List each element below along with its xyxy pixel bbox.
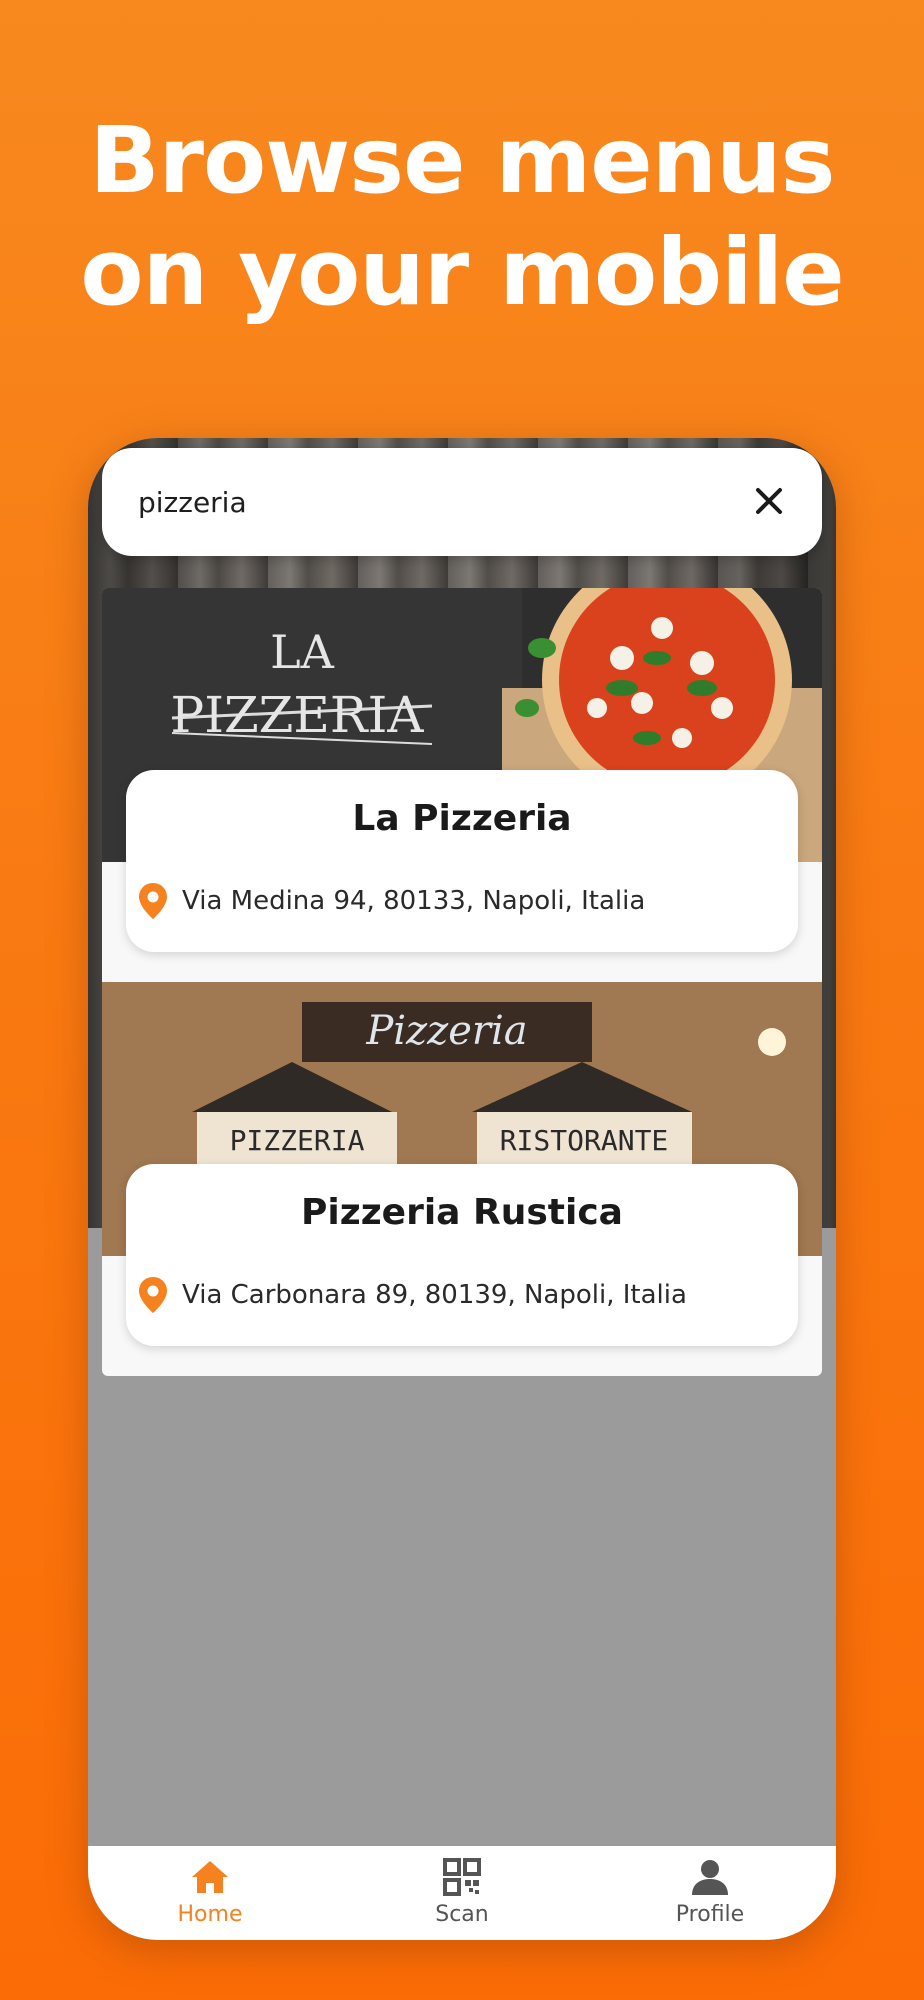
bottom-navigation: Home Scan Profile [88,1846,836,1940]
close-icon[interactable] [746,478,792,524]
nav-item-scan[interactable]: Scan [382,1856,542,1936]
location-pin-icon [139,883,167,919]
image-sign-pizzeria: Pizzeria [365,1008,527,1054]
nav-label-profile: Profile [675,1902,745,1927]
results-list: LA PIZZERIA La Pizzeria Via Medina 94, 8… [102,588,822,1376]
restaurant-info: La Pizzeria Via Medina 94, 80133, Napoli… [126,770,798,952]
restaurant-address: Via Medina 94, 80133, Napoli, Italia [182,886,646,916]
headline: Browse menus on your mobile [0,105,924,329]
search-input[interactable]: pizzeria [138,486,247,519]
search-bar[interactable]: pizzeria [102,448,822,556]
nav-item-profile[interactable]: Profile [630,1856,790,1936]
nav-label-home: Home [177,1902,243,1927]
image-title-la: LA [270,625,335,679]
image-awning-ristorante: RISTORANTE [500,1124,669,1157]
headline-line-2: on your mobile [80,219,844,326]
image-title-pizzeria: PIZZERIA [171,686,425,744]
restaurant-name: Pizzeria Rustica [301,1192,623,1233]
headline-line-1: Browse menus [89,107,836,214]
restaurant-card[interactable]: LA PIZZERIA La Pizzeria Via Medina 94, 8… [102,588,822,982]
user-icon [692,1860,728,1895]
location-pin-icon [139,1277,167,1313]
home-icon [192,1861,228,1893]
restaurant-card[interactable]: Pizzeria PIZZERIA RISTORANTE Pizzeria Ru… [102,982,822,1376]
phone-screen: pizzeria LA PIZZERIA La Pizzeria Via Med… [88,438,836,1940]
restaurant-name: La Pizzeria [352,798,572,839]
restaurant-info: Pizzeria Rustica Via Carbonara 89, 80139… [126,1164,798,1346]
nav-label-scan: Scan [435,1902,489,1927]
qr-code-icon [443,1858,481,1896]
nav-item-home[interactable]: Home [130,1856,290,1936]
restaurant-address: Via Carbonara 89, 80139, Napoli, Italia [182,1280,687,1310]
image-awning-pizzeria: PIZZERIA [230,1124,365,1157]
